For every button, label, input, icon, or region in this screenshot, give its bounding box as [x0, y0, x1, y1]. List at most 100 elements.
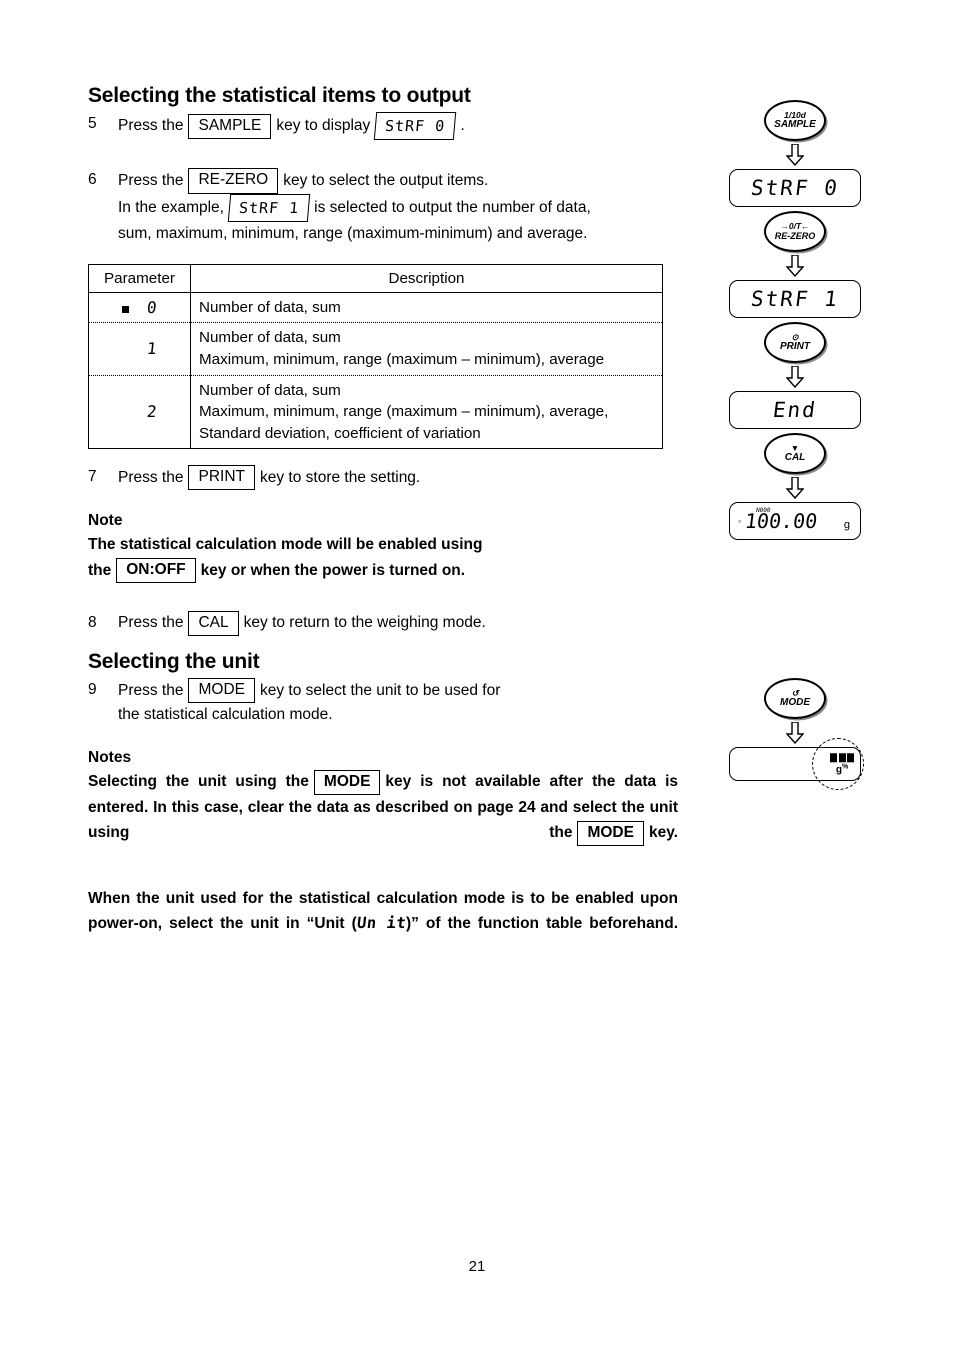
step-7-number: 7: [88, 468, 97, 486]
rezero-key-sublabel: →0/T←: [780, 221, 810, 232]
step-8-pre: Press the: [118, 614, 184, 632]
notes-paragraph-2: When the unit used for the statistical c…: [88, 886, 678, 961]
step-9: 9 Press the MODE key to select the unit …: [88, 677, 678, 727]
notes-p1-c: key.: [648, 824, 678, 842]
page-content: Selecting the statistical items to outpu…: [88, 84, 678, 961]
cal-key-icon: ▼: [790, 442, 800, 453]
diagram-lcd-starf1: StRF 1: [729, 280, 861, 318]
mode-keycap-note-1[interactable]: MODE: [313, 770, 381, 796]
step-6-line3: sum, maximum, minimum, range (maximum-mi…: [118, 224, 588, 242]
diagram-sample-key[interactable]: 1/10d SAMPLE: [764, 100, 826, 141]
table-cell-description: Number of data, sum: [190, 291, 663, 324]
diagram-print-key[interactable]: ⊙ PRINT: [764, 322, 826, 363]
description-line: Number of data, sum: [199, 329, 341, 347]
step-9-post: key to select the unit to be used for: [259, 681, 501, 699]
lcd-chip-starf0: StRF 0: [374, 112, 457, 141]
section-title-unit: Selecting the unit: [88, 649, 260, 673]
description-line: Standard deviation, coefficient of varia…: [199, 424, 481, 442]
note-line2-pre: the: [88, 561, 112, 579]
step-7-pre: Press the: [118, 468, 184, 486]
parameter-value: 0: [146, 298, 158, 318]
cal-keycap[interactable]: CAL: [188, 610, 239, 636]
lcd-value: StRF 1: [749, 287, 841, 311]
rezero-keycap[interactable]: RE-ZERO: [188, 168, 279, 194]
unit-selection-diagram: ↺ MODE g%: [700, 678, 890, 790]
print-keycap[interactable]: PRINT: [188, 465, 255, 491]
table-header-row: Parameter Description: [88, 263, 663, 293]
table-cell-parameter: 1: [88, 322, 191, 376]
parameter-value: 1: [146, 339, 158, 359]
notes-p2-b: )” of the function table beforehand.: [405, 914, 678, 932]
diagram-rezero-key[interactable]: →0/T← RE-ZERO: [764, 211, 826, 252]
print-key-icon: ⊙: [791, 331, 799, 342]
mode-keycap-note-2[interactable]: MODE: [577, 821, 644, 847]
step-7: 7 Press the PRINT key to store the setti…: [88, 465, 678, 491]
table-cell-description: Number of data, sum Maximum, minimum, ra…: [190, 374, 663, 450]
parameter-value: 2: [146, 402, 158, 422]
lcd-chip-starf1: StRF 1: [227, 193, 311, 222]
step-5: 5 Press the SAMPLE key to display StRF 0…: [88, 112, 678, 141]
mode-key-label: MODE: [780, 697, 810, 709]
sample-keycap[interactable]: SAMPLE: [188, 113, 272, 139]
print-key-label: PRINT: [780, 341, 810, 353]
lcd-value: StRF 0: [749, 176, 841, 200]
down-arrow-icon: [786, 255, 804, 277]
diagram-lcd-starf0: StRF 0: [729, 169, 861, 207]
mode-key-cycle-icon: ↺: [791, 687, 799, 698]
notes-p1-a: Selecting the unit using the: [88, 773, 309, 791]
step-6-line2-post: is selected to output the number of data…: [314, 198, 591, 216]
down-arrow-icon: [786, 144, 804, 166]
step-5-post: .: [460, 117, 465, 135]
step-8-post: key to return to the weighing mode.: [243, 614, 486, 632]
cal-key-label: CAL: [784, 452, 806, 464]
step-9-number: 9: [88, 680, 97, 698]
table-cell-description: Number of data, sum Maximum, minimum, ra…: [190, 322, 663, 376]
note-heading: Note: [88, 512, 123, 530]
lcd-unit-label: g: [843, 519, 850, 531]
step-8-number: 8: [88, 613, 97, 631]
manual-page: Selecting the statistical items to outpu…: [0, 0, 954, 1350]
diagram-lcd-end: End: [729, 391, 861, 429]
step-9-pre: Press the: [118, 681, 184, 699]
lcd-weight-value: 100.00: [743, 509, 819, 533]
step-6-line2-pre: In the example,: [118, 198, 224, 216]
sample-key-sublabel: 1/10d: [784, 109, 806, 120]
diagram-mode-key[interactable]: ↺ MODE: [764, 678, 826, 719]
onoff-keycap[interactable]: ON:OFF: [116, 557, 196, 583]
description-line: Number of data, sum: [199, 381, 341, 399]
diagram-lcd-unit-display: g%: [729, 738, 864, 790]
step-6-mid: key to select the output items.: [283, 171, 489, 189]
table-row: 0 Number of data, sum: [88, 291, 663, 324]
sample-key-label: SAMPLE: [774, 119, 816, 131]
diagram-lcd-weighing: N000 ◦ 100.00 g: [729, 502, 861, 540]
page-number: 21: [468, 1258, 486, 1275]
notes-paragraph-1: Selecting the unit using the MODE key is n…: [88, 769, 678, 872]
description-line: Maximum, minimum, range (maximum – minim…: [199, 403, 609, 421]
highlight-circle-icon: [812, 738, 864, 790]
stable-indicator-icon: ◦: [738, 515, 742, 526]
note-body: The statistical calculation mode will be…: [88, 532, 678, 583]
note-line2-post: key or when the power is turned on.: [200, 561, 466, 579]
step-5-mid: key to display: [276, 117, 371, 135]
step-6: 6 Press the RE-ZERO key to select the ou…: [88, 168, 678, 245]
rezero-key-label: RE-ZERO: [774, 230, 816, 241]
step-7-post: key to store the setting.: [259, 468, 421, 486]
lcd-text-unit: Un it: [355, 913, 407, 932]
down-arrow-icon: [786, 477, 804, 499]
table-cell-parameter: 2: [88, 374, 191, 450]
description-line: Maximum, minimum, range (maximum – minim…: [199, 350, 605, 368]
note-line1: The statistical calculation mode will be…: [88, 536, 483, 554]
page-title: Selecting the statistical items to outpu…: [88, 84, 471, 107]
step-8: 8 Press the CAL key to return to the wei…: [88, 610, 678, 636]
key-sequence-diagram: 1/10d SAMPLE StRF 0 →0/T← RE-ZERO StRF 1…: [700, 100, 890, 540]
diagram-cal-key[interactable]: ▼ CAL: [764, 433, 826, 474]
table-row: 1 Number of data, sum Maximum, minimum, …: [88, 322, 663, 376]
step-9-line2: the statistical calculation mode.: [118, 706, 333, 724]
parameter-table: Parameter Description 0 Number of data, …: [88, 263, 663, 450]
down-arrow-icon: [786, 366, 804, 388]
mode-keycap[interactable]: MODE: [188, 677, 255, 704]
table-row: 2 Number of data, sum Maximum, minimum, …: [88, 374, 663, 450]
description-line: Number of data, sum: [199, 298, 341, 316]
table-header-parameter: Parameter: [88, 263, 191, 293]
default-marker-icon: [122, 305, 130, 313]
